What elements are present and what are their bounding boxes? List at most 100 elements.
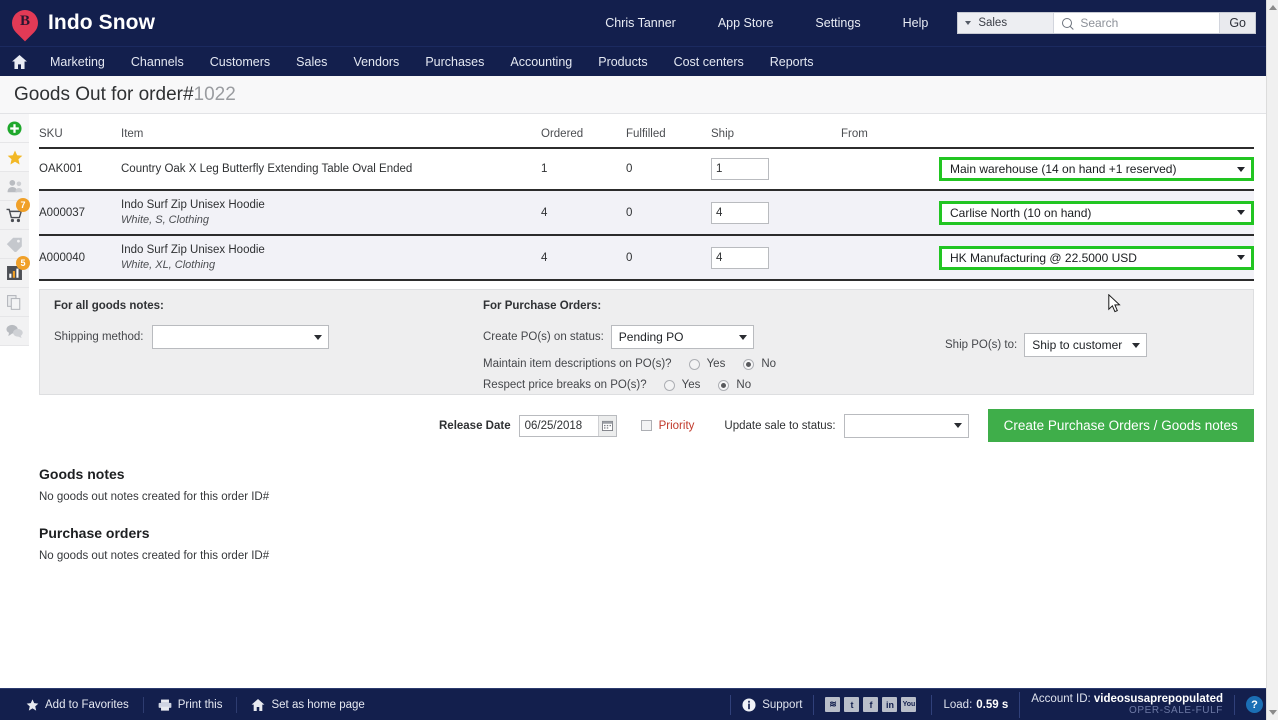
nav-reports[interactable]: Reports xyxy=(757,47,827,77)
rail-tags-button[interactable] xyxy=(0,230,29,259)
respect-yes-label: Yes xyxy=(681,379,701,391)
rail-reports-button[interactable]: 5 xyxy=(0,256,30,288)
add-to-favorites-link[interactable]: Add to Favorites xyxy=(12,696,144,713)
load-label: Load: xyxy=(943,698,973,711)
nav-sales[interactable]: Sales xyxy=(283,47,340,77)
search-go-button[interactable]: Go xyxy=(1219,13,1255,33)
youtube-icon[interactable]: You xyxy=(901,697,917,712)
chevron-down-icon xyxy=(738,334,747,340)
warehouse-select[interactable]: HK Manufacturing @ 22.5000 USD xyxy=(939,245,1254,270)
maintain-no-label: No xyxy=(761,358,777,370)
scroll-down-arrow-icon[interactable] xyxy=(1269,710,1277,715)
col-fulfilled: Fulfilled xyxy=(626,114,711,149)
create-po-status-row: Create PO(s) on status: Pending PO xyxy=(483,325,943,349)
purchase-orders-empty-text: No goods out notes created for this orde… xyxy=(39,550,270,562)
po-heading: For Purchase Orders: xyxy=(483,300,602,312)
nav-customers[interactable]: Customers xyxy=(197,47,283,77)
settings-link[interactable]: Settings xyxy=(794,0,881,46)
cell-ship xyxy=(711,148,841,191)
respect-no-radio[interactable] xyxy=(718,379,730,391)
create-purchase-orders-button[interactable]: Create Purchase Orders / Goods notes xyxy=(987,409,1254,442)
footer-bar: Add to Favorites Print this Set as home … xyxy=(0,688,1278,720)
shipping-method-row: Shipping method: xyxy=(54,325,484,349)
release-date-label: Release Date xyxy=(439,419,511,432)
order-number: 1022 xyxy=(193,83,236,105)
chevron-down-icon xyxy=(953,423,962,428)
caret-down-icon xyxy=(965,21,972,25)
col-item: Item xyxy=(121,114,541,149)
support-link[interactable]: Support xyxy=(730,694,813,715)
facebook-icon[interactable]: f xyxy=(863,697,879,712)
set-as-home-page-link[interactable]: Set as home page xyxy=(237,697,378,713)
lower-sections: Goods notes No goods out notes created f… xyxy=(29,466,1268,562)
priority-checkbox[interactable] xyxy=(640,420,652,431)
twitter-icon[interactable]: t xyxy=(844,697,860,712)
ship-po-select[interactable]: Ship to customer xyxy=(1024,333,1148,357)
cell-item: Country Oak X Leg Butterfly Extending Ta… xyxy=(121,148,541,191)
warehouse-select-value: HK Manufacturing @ 22.5000 USD xyxy=(950,250,1137,265)
nav-marketing[interactable]: Marketing xyxy=(37,47,118,77)
update-status-select[interactable] xyxy=(843,413,969,438)
goods-notes-heading: For all goods notes: xyxy=(54,300,164,312)
cell-item: Indo Surf Zip Unisex Hoodie White, XL, C… xyxy=(121,235,541,281)
search-input[interactable] xyxy=(1078,15,1212,31)
tag-icon xyxy=(6,237,22,252)
ship-quantity-input[interactable] xyxy=(711,201,769,224)
item-name: Indo Surf Zip Unisex Hoodie xyxy=(121,244,265,256)
reports-badge: 5 xyxy=(16,256,30,270)
map-pin-b-logo-icon: B xyxy=(6,4,44,42)
help-link[interactable]: Help xyxy=(882,0,950,46)
home-icon xyxy=(252,698,265,711)
ship-quantity-input[interactable] xyxy=(711,246,769,269)
rail-customers-button[interactable] xyxy=(0,172,29,201)
account-value: videosusaprepopulated xyxy=(1093,693,1223,705)
rail-cart-button[interactable]: 7 xyxy=(0,198,30,230)
calendar-icon[interactable] xyxy=(597,415,616,436)
app-store-link[interactable]: App Store xyxy=(697,0,795,46)
item-name: Indo Surf Zip Unisex Hoodie xyxy=(121,199,265,211)
table-header: SKU Item Ordered Fulfilled Ship From xyxy=(39,114,1254,149)
respect-yes-radio[interactable] xyxy=(663,379,675,391)
cell-ship xyxy=(711,190,841,236)
maintain-no-radio[interactable] xyxy=(743,358,755,370)
warehouse-select[interactable]: Main warehouse (14 on hand +1 reserved) xyxy=(939,157,1254,181)
release-date-input[interactable] xyxy=(519,419,598,432)
shipping-method-select[interactable] xyxy=(151,325,329,349)
cell-from: Carlise North (10 on hand) xyxy=(841,190,1254,236)
ship-po-value: Ship to customer xyxy=(1032,338,1123,352)
linkedin-icon[interactable]: in xyxy=(882,697,898,712)
maintain-descriptions-row: Maintain item descriptions on PO(s)? Yes… xyxy=(483,358,943,370)
maintain-yes-radio[interactable] xyxy=(688,358,700,370)
load-value: 0.59 s xyxy=(976,698,1009,711)
vertical-scrollbar[interactable] xyxy=(1266,0,1278,720)
rail-chat-button[interactable] xyxy=(0,317,29,346)
home-icon[interactable] xyxy=(12,54,27,69)
search-scope-dropdown[interactable]: Sales xyxy=(958,13,1055,33)
nav-accounting[interactable]: Accounting xyxy=(497,47,585,77)
chevron-down-icon xyxy=(1237,255,1245,260)
rail-favorites-button[interactable] xyxy=(0,143,29,172)
brand-name: Indo Snow xyxy=(48,11,156,34)
ship-quantity-input[interactable] xyxy=(711,158,769,180)
nav-purchases[interactable]: Purchases xyxy=(412,47,497,77)
rail-documents-button[interactable] xyxy=(0,288,29,317)
nav-vendors[interactable]: Vendors xyxy=(340,47,412,77)
col-ship: Ship xyxy=(711,114,841,149)
warehouse-select[interactable]: Carlise North (10 on hand) xyxy=(939,200,1254,225)
user-menu[interactable]: Chris Tanner xyxy=(584,0,697,46)
rail-add-button[interactable] xyxy=(0,114,29,143)
page-title-text: Goods Out for order# xyxy=(14,83,194,105)
print-this-link[interactable]: Print this xyxy=(144,696,238,713)
cart-badge: 7 xyxy=(16,198,30,212)
rss-icon[interactable]: ≋ xyxy=(825,697,841,712)
table-row: A000040 Indo Surf Zip Unisex Hoodie Whit… xyxy=(39,235,1254,281)
account-sub: OPER-SALE-FULF xyxy=(1129,705,1223,716)
scroll-up-arrow-icon[interactable] xyxy=(1269,5,1277,10)
create-po-status-select[interactable]: Pending PO xyxy=(610,325,754,349)
brand-logo[interactable]: B Indo Snow xyxy=(0,4,156,42)
nav-products[interactable]: Products xyxy=(585,47,660,77)
nav-cost-centers[interactable]: Cost centers xyxy=(661,47,757,77)
star-icon xyxy=(7,149,22,164)
ship-po-label: Ship PO(s) to: xyxy=(945,339,1018,351)
nav-channels[interactable]: Channels xyxy=(118,47,197,77)
